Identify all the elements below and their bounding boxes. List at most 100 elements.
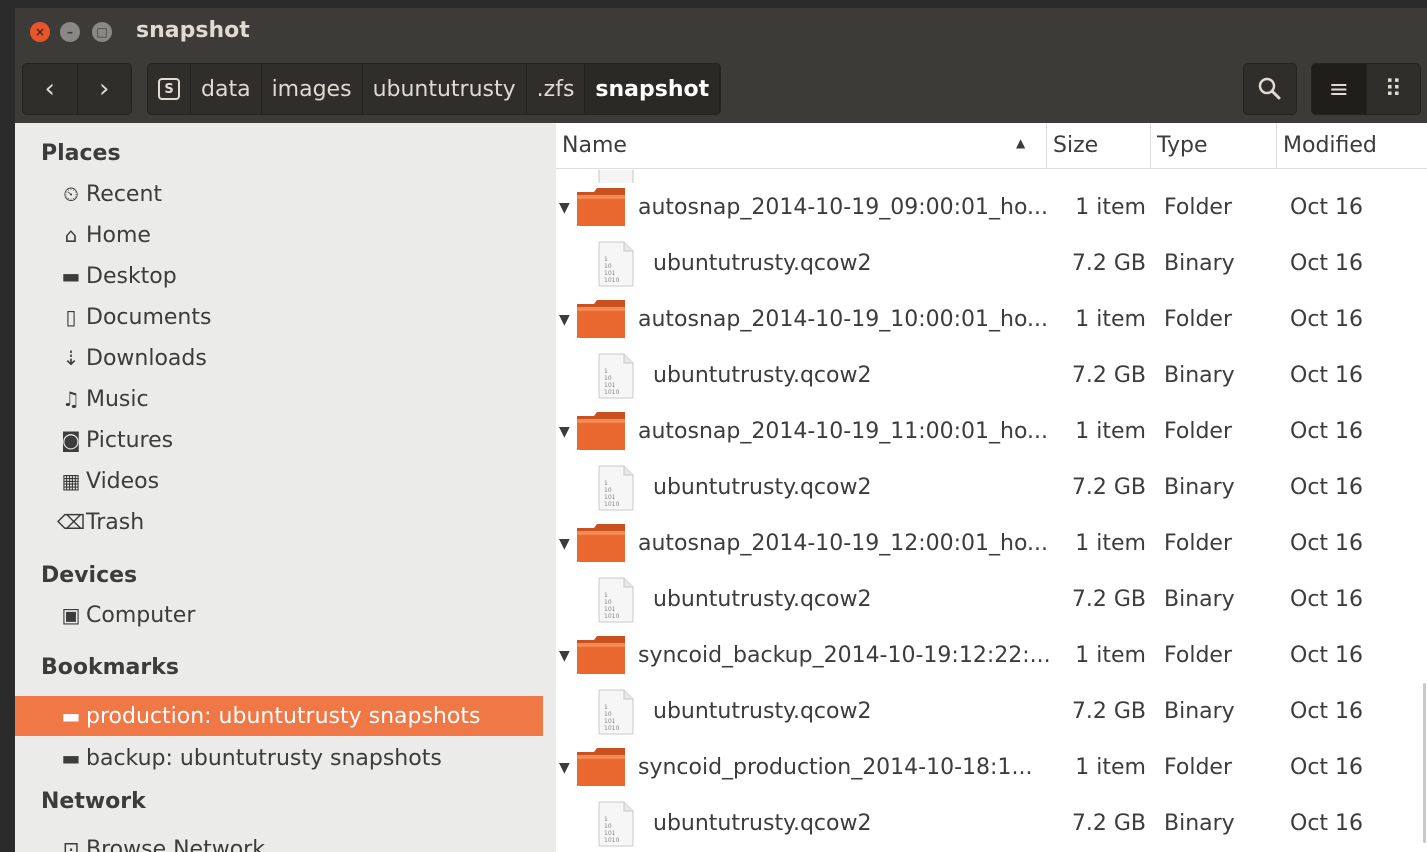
- sidebar-item-label: Pictures: [86, 427, 174, 453]
- binary-file-icon: 1101011010: [598, 465, 634, 511]
- minimize-window-icon[interactable]: –: [60, 22, 80, 42]
- file-type: Folder: [1164, 755, 1232, 780]
- folder-row[interactable]: ▼ autosnap_2014-10-19_09:00:01_ho... 1 ite…: [556, 181, 1427, 237]
- file-size: 7.2 GB: [1071, 811, 1146, 836]
- sidebar-item-computer[interactable]: ▣ Computer: [15, 595, 543, 635]
- svg-text:1010: 1010: [604, 725, 619, 732]
- sidebar-item-recent[interactable]: ⏲ Recent: [15, 174, 543, 214]
- expander-triangle-icon[interactable]: ▼: [559, 200, 570, 216]
- sidebar-heading-bookmarks: Bookmarks: [41, 655, 179, 680]
- svg-text:101: 101: [604, 606, 616, 613]
- sidebar-item-trash[interactable]: ⌫ Trash: [15, 502, 543, 542]
- column-header-type[interactable]: Type: [1151, 123, 1277, 168]
- file-modified: Oct 16: [1290, 419, 1364, 444]
- sidebar-item-browse-network[interactable]: ⊡ Browse Network: [15, 829, 543, 852]
- sidebar-item-videos[interactable]: ▦ Videos: [15, 461, 543, 501]
- file-size: 1 item: [1075, 195, 1146, 220]
- folder-row[interactable]: ▼ syncoid_production_2014-10-18:1... 1 ite…: [556, 741, 1427, 797]
- file-manager-window: × – □ snapshot ‹ › S data images ubuntut…: [15, 8, 1427, 852]
- folder-icon: ▬: [61, 746, 81, 770]
- binary-file-icon: 1101011010: [598, 353, 634, 399]
- expander-triangle-icon[interactable]: ▼: [559, 648, 570, 664]
- column-label: Modified: [1283, 133, 1377, 158]
- svg-text:10: 10: [604, 823, 612, 830]
- list-view-button[interactable]: ≡: [1312, 64, 1366, 114]
- drive-icon: S: [158, 78, 180, 100]
- column-header-name[interactable]: Name: [556, 123, 1047, 168]
- folder-row[interactable]: ▼ syncoid_backup_2014-10-19:12:22:... 1 it…: [556, 629, 1427, 685]
- file-name: ubuntutrusty.qcow2: [653, 811, 872, 836]
- svg-text:1: 1: [604, 592, 608, 599]
- sidebar-item-documents[interactable]: ▯ Documents: [15, 297, 543, 337]
- binary-file-icon: 1101011010: [598, 577, 634, 623]
- view-toggle: ≡ ⠿: [1311, 63, 1421, 115]
- breadcrumb-zfs[interactable]: .zfs: [527, 64, 586, 114]
- file-modified: Oct 16: [1290, 811, 1364, 836]
- sidebar-item-label: Desktop: [86, 263, 177, 289]
- svg-text:1010: 1010: [604, 277, 619, 284]
- breadcrumb-data[interactable]: data: [191, 64, 262, 114]
- svg-text:1: 1: [604, 704, 608, 711]
- sidebar-item-production-snapshots[interactable]: ▬ production: ubuntutrusty snapshots: [15, 696, 543, 736]
- sidebar-heading-network: Network: [41, 789, 146, 814]
- file-type: Binary: [1164, 699, 1235, 724]
- breadcrumb-ubuntutrusty[interactable]: ubuntutrusty: [363, 64, 527, 114]
- breadcrumb: S data images ubuntutrusty .zfs snapshot: [147, 63, 722, 115]
- expander-triangle-icon[interactable]: ▼: [559, 424, 570, 440]
- file-type: Binary: [1164, 475, 1235, 500]
- forward-button[interactable]: ›: [76, 64, 132, 114]
- svg-text:1010: 1010: [604, 501, 619, 508]
- expander-triangle-icon[interactable]: ▼: [559, 312, 570, 328]
- svg-text:1010: 1010: [604, 837, 619, 844]
- sidebar-item-home[interactable]: ⌂ Home: [15, 215, 543, 255]
- sidebar-heading-devices: Devices: [41, 563, 138, 588]
- sidebar-item-pictures[interactable]: ◙ Pictures: [15, 420, 543, 460]
- file-row[interactable]: 1 10 101 1010 ubuntutrusty.qcow2 7.2 GB Binary…: [556, 237, 1427, 293]
- scrollbar[interactable]: [1423, 683, 1426, 843]
- folder-row[interactable]: ▼ autosnap_2014-10-19_11:00:01_ho... 1 ite…: [556, 405, 1427, 461]
- folder-icon: ▬: [61, 704, 81, 728]
- back-button[interactable]: ‹: [23, 64, 77, 114]
- column-header-modified[interactable]: Modified: [1277, 123, 1427, 168]
- file-row[interactable]: 1 10 101 1010 ubuntutrusty.qcow2 7.2 GB Binary…: [556, 685, 1427, 741]
- file-row[interactable]: 1 10 101 1010 ubuntutrusty.qcow2 7.2 GB Binary…: [556, 797, 1427, 852]
- sidebar-item-desktop[interactable]: ▬ Desktop: [15, 256, 543, 296]
- sidebar-item-music[interactable]: ♫ Music: [15, 379, 543, 419]
- file-row[interactable]: 1 10 101 1010 ubuntutrusty.qcow2 7.2 GB Binary…: [556, 349, 1427, 405]
- binary-file-icon: 1101011010: [598, 801, 634, 847]
- expander-triangle-icon[interactable]: ▼: [559, 536, 570, 552]
- file-size: 7.2 GB: [1071, 699, 1146, 724]
- breadcrumb-root[interactable]: S: [148, 64, 191, 114]
- breadcrumb-snapshot[interactable]: snapshot: [585, 64, 721, 114]
- expander-triangle-icon[interactable]: ▼: [559, 760, 570, 776]
- file-name: ubuntutrusty.qcow2: [653, 363, 872, 388]
- file-type: Folder: [1164, 195, 1232, 220]
- maximize-window-icon[interactable]: □: [92, 22, 112, 42]
- search-icon: [1258, 77, 1281, 100]
- folder-row[interactable]: ▼ autosnap_2014-10-19_12:00:01_ho... 1 ite…: [556, 517, 1427, 573]
- file-row[interactable]: 1 10 101 1010 ubuntutrusty.qcow2 7.2 GB Binary…: [556, 573, 1427, 629]
- grid-view-button[interactable]: ⠿: [1365, 64, 1421, 114]
- binary-file-icon: 1101011010: [598, 241, 634, 287]
- file-name: ubuntutrusty.qcow2: [653, 251, 872, 276]
- file-modified: Oct 16: [1290, 643, 1364, 668]
- svg-text:101: 101: [604, 494, 616, 501]
- close-window-icon[interactable]: ×: [30, 22, 50, 42]
- column-header-size[interactable]: Size: [1047, 123, 1151, 168]
- search-button[interactable]: [1243, 63, 1297, 115]
- grid-icon: ⠿: [1384, 75, 1403, 103]
- file-modified: Oct 16: [1290, 307, 1364, 332]
- file-modified: Oct 16: [1290, 363, 1364, 388]
- breadcrumb-images[interactable]: images: [262, 64, 363, 114]
- file-name: autosnap_2014-10-19_09:00:01_ho...: [638, 195, 1049, 220]
- sidebar-item-backup-snapshots[interactable]: ▬ backup: ubuntutrusty snapshots: [15, 738, 543, 778]
- file-row[interactable]: 1 10 101 1010 ubuntutrusty.qcow2 7.2 GB Binary…: [556, 461, 1427, 517]
- camera-icon: ◙: [61, 428, 81, 452]
- sidebar-heading-places: Places: [41, 141, 121, 166]
- file-size: 7.2 GB: [1071, 587, 1146, 612]
- folder-row[interactable]: ▼ autosnap_2014-10-19_10:00:01_ho... 1 ite…: [556, 293, 1427, 349]
- file-size: 1 item: [1075, 643, 1146, 668]
- file-name: autosnap_2014-10-19_10:00:01_ho...: [638, 307, 1049, 332]
- file-size: 7.2 GB: [1071, 363, 1146, 388]
- sidebar-item-downloads[interactable]: ⇣ Downloads: [15, 338, 543, 378]
